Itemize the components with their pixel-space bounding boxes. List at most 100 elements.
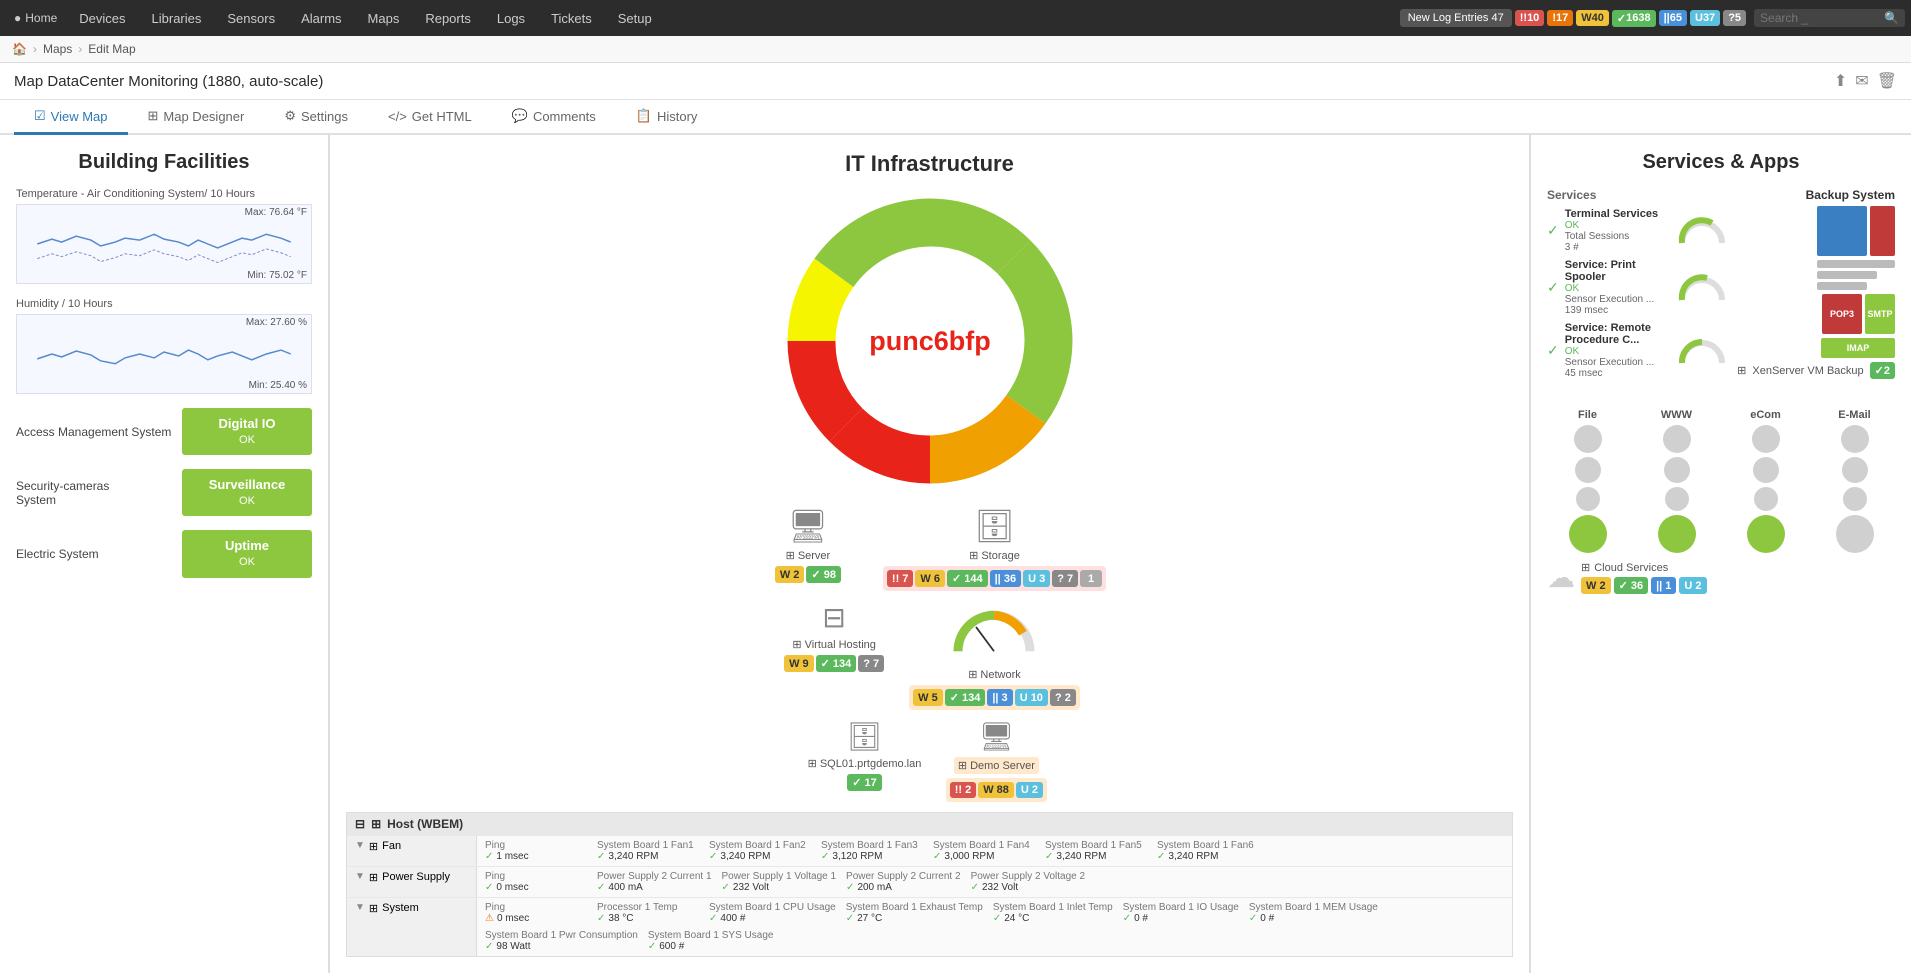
sensor-sys-usage: System Board 1 SYS Usage ✓ 600 # bbox=[644, 928, 778, 954]
storage-badge-1[interactable]: 1 bbox=[1080, 570, 1102, 587]
breadcrumb-maps[interactable]: Maps bbox=[43, 42, 72, 56]
badge-warning-yellow[interactable]: W 40 bbox=[1576, 10, 1609, 26]
new-log-entries-button[interactable]: New Log Entries 47 bbox=[1400, 9, 1512, 27]
virtual-hosting-badges: W 9 ✓ 134 ? 7 bbox=[784, 655, 884, 672]
badge-unusual[interactable]: U 37 bbox=[1690, 10, 1720, 26]
search-icon: 🔍 bbox=[1884, 11, 1899, 25]
www-circle-green bbox=[1658, 515, 1696, 553]
system-collapse-icon[interactable]: ▼ bbox=[355, 902, 365, 913]
sensor-fan4: System Board 1 Fan4 ✓ 3,000 RPM bbox=[929, 838, 1039, 864]
virtual-hosting-icon: ⊟ bbox=[822, 601, 845, 634]
map-title-bar: Map DataCenter Monitoring (1880, auto-sc… bbox=[0, 63, 1911, 100]
nav-sensors[interactable]: Sensors bbox=[215, 0, 287, 36]
cloud-badge-w[interactable]: W 2 bbox=[1581, 577, 1611, 594]
storage-badge-w[interactable]: W 6 bbox=[915, 570, 945, 587]
sensor-inlet-temp: System Board 1 Inlet Temp ✓ 24 °C bbox=[989, 900, 1117, 926]
fan-icon: ⊞ bbox=[369, 840, 378, 853]
server-badge-ok[interactable]: ✓ 98 bbox=[806, 566, 841, 583]
ecom-circle-1 bbox=[1752, 425, 1780, 453]
badge-unknown[interactable]: ? 5 bbox=[1723, 10, 1746, 26]
xen-badge[interactable]: ✓ 2 bbox=[1870, 362, 1895, 379]
home-nav-item[interactable]: ● Home bbox=[6, 11, 65, 25]
breadcrumb-edit-map[interactable]: Edit Map bbox=[88, 42, 135, 56]
cloud-icon: ☁ bbox=[1547, 561, 1575, 594]
server-badge-w[interactable]: W 2 bbox=[775, 566, 805, 583]
home-label: Home bbox=[25, 11, 57, 25]
sensor-fan2: System Board 1 Fan2 ✓ 3,240 RPM bbox=[705, 838, 815, 864]
server-badges: W 2 ✓ 98 bbox=[775, 566, 841, 583]
tab-settings[interactable]: ⚙ Settings bbox=[264, 100, 368, 135]
power-collapse-icon[interactable]: ▼ bbox=[355, 871, 365, 882]
host-row-fan-label: ▼ ⊞ Fan bbox=[347, 836, 477, 866]
storage-badge-p[interactable]: || 36 bbox=[990, 570, 1021, 587]
backup-line-1 bbox=[1817, 260, 1895, 268]
sql-icon: 🗄 bbox=[847, 720, 883, 753]
tab-comments[interactable]: 💬 Comments bbox=[492, 100, 616, 135]
map-icon-export[interactable]: ⬆ bbox=[1834, 71, 1847, 91]
digital-io-badge[interactable]: Digital IO OK bbox=[182, 408, 312, 455]
sensor-proc-temp: Processor 1 Temp ✓ 38 °C bbox=[593, 900, 703, 926]
breadcrumb: 🏠 › Maps › Edit Map bbox=[0, 36, 1911, 63]
tab-settings-icon: ⚙ bbox=[284, 108, 296, 124]
main-content: Building Facilities Temperature - Air Co… bbox=[0, 135, 1911, 973]
badge-critical[interactable]: !! 10 bbox=[1515, 10, 1545, 26]
storage-badge-u[interactable]: U 3 bbox=[1023, 570, 1050, 587]
cloud-badge-u[interactable]: U 2 bbox=[1679, 577, 1706, 594]
fan-collapse-icon[interactable]: ▼ bbox=[355, 840, 365, 851]
tab-map-designer[interactable]: ⊞ Map Designer bbox=[128, 100, 265, 135]
sensor-fan1: System Board 1 Fan1 ✓ 3,240 RPM bbox=[593, 838, 703, 864]
nav-maps[interactable]: Maps bbox=[356, 0, 412, 36]
host-collapse-icon[interactable]: ⊟ bbox=[355, 817, 365, 831]
storage-badge-crit[interactable]: !! 7 bbox=[887, 570, 914, 587]
treemap-blocks bbox=[1817, 206, 1895, 256]
storage-badge-q[interactable]: ? 7 bbox=[1052, 570, 1078, 587]
nav-setup[interactable]: Setup bbox=[606, 0, 664, 36]
sensor-pwr-consumption: System Board 1 Pwr Consumption ✓ 98 Watt bbox=[481, 928, 642, 954]
uptime-badge[interactable]: Uptime OK bbox=[182, 530, 312, 577]
center-panel-title: IT Infrastructure bbox=[346, 151, 1513, 177]
system-uptime: Electric System Uptime OK bbox=[16, 530, 312, 577]
circles-col-www: WWW bbox=[1636, 409, 1717, 553]
badge-warning-orange[interactable]: ! 17 bbox=[1547, 10, 1573, 26]
temp-chart-label: Temperature - Air Conditioning System/ 1… bbox=[16, 188, 312, 200]
map-title-icons: ⬆ ✉ 🗑 bbox=[1834, 71, 1897, 91]
home-icon: ● bbox=[14, 11, 21, 25]
home-breadcrumb-icon[interactable]: 🏠 bbox=[12, 42, 27, 56]
file-circle-2 bbox=[1575, 457, 1601, 483]
tab-view-map[interactable]: ☑ View Map bbox=[14, 100, 128, 135]
tab-get-html-icon: </> bbox=[388, 109, 407, 124]
service-rpc-check: ✓ bbox=[1547, 342, 1559, 359]
surveillance-badge[interactable]: Surveillance OK bbox=[182, 469, 312, 516]
www-circle-3 bbox=[1665, 487, 1689, 511]
nav-tickets[interactable]: Tickets bbox=[539, 0, 604, 36]
badge-paused[interactable]: || 65 bbox=[1659, 10, 1687, 26]
email-circle-3 bbox=[1843, 487, 1867, 511]
sql-badges: ✓ 17 bbox=[847, 774, 882, 791]
search-box[interactable]: 🔍 bbox=[1754, 9, 1905, 27]
map-icon-delete[interactable]: 🗑 bbox=[1877, 71, 1897, 91]
treemap-red bbox=[1870, 206, 1895, 256]
badge-ok[interactable]: ✓ 1638 bbox=[1612, 10, 1656, 27]
nav-libraries[interactable]: Libraries bbox=[140, 0, 214, 36]
humidity-chart-max: Max: 27.60 % bbox=[246, 317, 307, 328]
left-panel-title: Building Facilities bbox=[16, 151, 312, 174]
sensor-ps2v2: Power Supply 2 Voltage 2 ✓ 232 Volt bbox=[967, 869, 1090, 895]
tab-get-html[interactable]: </> Get HTML bbox=[368, 100, 492, 135]
cloud-label-icon: ⊞ Cloud Services bbox=[1581, 561, 1707, 574]
search-input[interactable] bbox=[1760, 11, 1880, 25]
cloud-badge-ok[interactable]: ✓ 36 bbox=[1614, 577, 1649, 594]
cloud-badge-p[interactable]: || 1 bbox=[1651, 577, 1676, 594]
nav-logs[interactable]: Logs bbox=[485, 0, 537, 36]
nav-reports[interactable]: Reports bbox=[413, 0, 483, 36]
storage-badge-ok[interactable]: ✓ 144 bbox=[947, 570, 988, 587]
host-row-fan: ▼ ⊞ Fan Ping ✓ 1 msec System Board 1 Fan… bbox=[347, 835, 1512, 866]
map-icon-email[interactable]: ✉ bbox=[1855, 71, 1868, 91]
file-circle-3 bbox=[1576, 487, 1600, 511]
tab-history[interactable]: 📋 History bbox=[616, 100, 718, 135]
nav-alarms[interactable]: Alarms bbox=[289, 0, 353, 36]
nav-devices[interactable]: Devices bbox=[67, 0, 137, 36]
system-icon: ⊞ bbox=[369, 902, 378, 915]
circles-grid: File WWW eCom E-Mail bbox=[1547, 409, 1895, 553]
temp-chart-max: Max: 76.64 °F bbox=[245, 207, 307, 218]
sensor-ps2c1: Power Supply 2 Current 1 ✓ 400 mA bbox=[593, 869, 716, 895]
